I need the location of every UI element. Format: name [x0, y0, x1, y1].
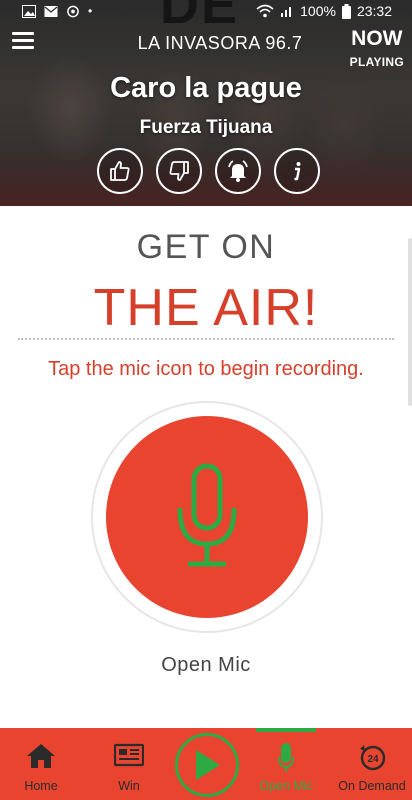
dot-indicator: • — [88, 4, 93, 18]
nav-open-mic[interactable]: Open Mic — [245, 728, 327, 800]
heading-get-on: GET ON — [136, 228, 276, 266]
battery-percent: 100% — [300, 3, 336, 19]
nav-home[interactable]: Home — [0, 728, 82, 800]
signal-icon — [281, 7, 292, 17]
dislike-button[interactable] — [156, 148, 202, 194]
mail-icon — [44, 5, 58, 17]
24-hour-icon: 24 — [360, 745, 386, 771]
gallery-icon — [22, 4, 36, 18]
home-icon — [27, 744, 55, 768]
nav-on-demand[interactable]: 24 On Demand — [331, 728, 412, 800]
heading-the-air: THE AIR! — [93, 279, 319, 337]
battery-icon — [341, 3, 351, 19]
now-playing-header: DE • 100% 23:32 LA INVASORA 96.7 NOW PLA… — [0, 0, 412, 206]
thumbs-down-icon — [169, 161, 189, 181]
clock: 23:32 — [356, 3, 392, 19]
record-mic-button[interactable] — [106, 416, 308, 618]
mic-icon — [177, 463, 237, 567]
scrollbar[interactable] — [408, 238, 412, 406]
play-button[interactable] — [175, 733, 239, 797]
wifi-icon — [256, 4, 274, 18]
play-icon — [196, 750, 220, 780]
open-mic-label: Open Mic — [161, 654, 251, 676]
song-title: Caro la pague — [110, 72, 302, 104]
song-actions — [97, 148, 320, 194]
nav-win[interactable]: Win — [88, 728, 170, 800]
info-button[interactable] — [274, 148, 320, 194]
status-bar: • 100% 23:32 — [0, 0, 412, 24]
svg-text:24: 24 — [367, 754, 379, 765]
dotted-divider — [18, 338, 394, 340]
alarm-bell-icon — [228, 160, 248, 182]
mic-icon — [278, 743, 294, 772]
artist-name: Fuerza Tijuana — [139, 117, 273, 138]
thumbs-up-icon — [110, 161, 130, 181]
recording-instructions: Tap the mic icon to begin recording. — [48, 358, 364, 380]
like-button[interactable] — [97, 148, 143, 194]
sync-icon — [67, 5, 79, 17]
now-playing-button[interactable]: NOW PLAYING — [350, 28, 404, 70]
newspaper-icon — [114, 743, 144, 767]
info-icon — [294, 162, 301, 181]
alarm-button[interactable] — [215, 148, 261, 194]
